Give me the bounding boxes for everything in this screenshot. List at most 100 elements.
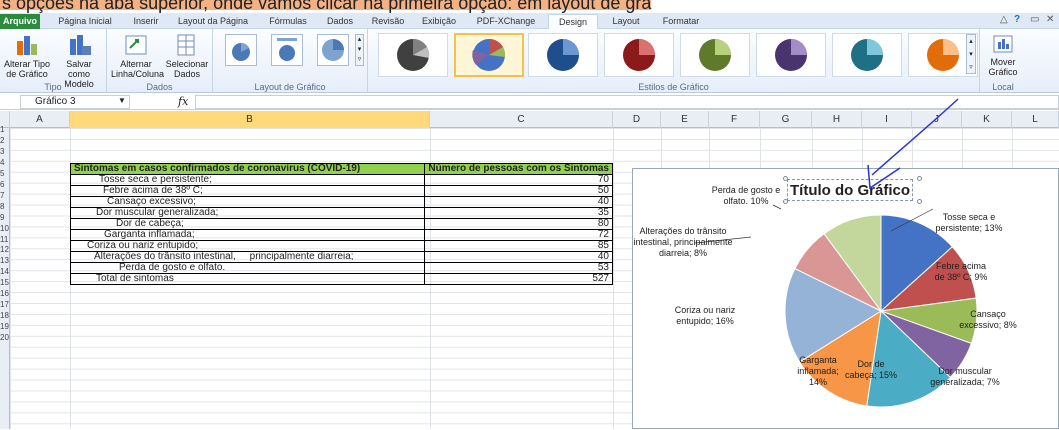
table-row: Garganta inflamada; 72 xyxy=(69,229,613,241)
chart-style-2[interactable] xyxy=(454,33,524,77)
row-header[interactable]: 15 xyxy=(0,277,10,288)
layout-option-2[interactable] xyxy=(271,34,303,66)
chart-style-5[interactable] xyxy=(680,33,750,77)
tab-pagina-inicial[interactable]: Página Inicial xyxy=(52,14,118,29)
row-header[interactable]: 16 xyxy=(0,288,10,299)
pie-plot xyxy=(694,204,978,408)
chart-style-4[interactable] xyxy=(604,33,674,77)
label-coriza[interactable]: Coriza ou nariz entupido; 16% xyxy=(665,305,745,327)
column-header-e[interactable]: E xyxy=(661,111,709,128)
row-header[interactable]: 9 xyxy=(0,212,10,223)
close-icon[interactable]: ✕ xyxy=(1046,14,1054,25)
table-row: Dor muscular generalizada; 35 xyxy=(69,207,613,219)
tab-formatar[interactable]: Formatar xyxy=(654,14,708,29)
header-numero[interactable]: Número de pessoas com os Sintomas xyxy=(424,163,613,175)
tab-layout-da-pagina[interactable]: Layout da Página xyxy=(172,14,254,29)
tab-inserir[interactable]: Inserir xyxy=(126,14,166,29)
pie-layout-icon xyxy=(322,39,344,61)
pie-chart[interactable]: Título do Gráfico Tosse seca e persisten… xyxy=(632,168,1059,429)
row-header[interactable]: 13 xyxy=(0,255,10,266)
column-header-h[interactable]: H xyxy=(812,111,862,128)
tab-formulas[interactable]: Fórmulas xyxy=(262,14,314,29)
column-header-g[interactable]: G xyxy=(760,111,812,128)
row-header[interactable]: 11 xyxy=(0,234,10,245)
formula-input[interactable] xyxy=(195,95,1059,109)
row-header[interactable]: 12 xyxy=(0,244,10,255)
row-header[interactable]: 1 xyxy=(0,124,10,135)
tab-dados[interactable]: Dados xyxy=(320,14,360,29)
table-row: Cansaço excessivo; 40 xyxy=(69,196,613,208)
label-alteracoes[interactable]: Alterações do trânsito intestinal, princ… xyxy=(633,226,733,259)
row-header[interactable]: 4 xyxy=(0,157,10,168)
pie-layout-icon xyxy=(232,43,250,61)
row-header[interactable]: 10 xyxy=(0,223,10,234)
table-row: Perda de gosto e olfato. 53 xyxy=(69,262,613,274)
label-dor-cabeca[interactable]: Dor de cabeça; 15% xyxy=(843,359,899,381)
column-header-i[interactable]: I xyxy=(862,111,912,128)
salvar-como-modelo-button[interactable]: Salvar como Modelo xyxy=(54,33,104,89)
selecionar-dados-button[interactable]: Selecionar Dados xyxy=(163,33,211,79)
layout-scroll[interactable]: ▴ ▾ ▿ xyxy=(355,34,364,66)
column-header-l[interactable]: L xyxy=(1012,111,1059,128)
chart-style-6[interactable] xyxy=(756,33,826,77)
alterar-tipo-grafico-button[interactable]: Alterar Tipo de Gráfico xyxy=(2,33,52,79)
column-header-f[interactable]: F xyxy=(709,111,760,128)
table-row: Febre acima de 38º C; 50 xyxy=(69,185,613,197)
row-header[interactable]: 7 xyxy=(0,190,10,201)
row-header[interactable]: 18 xyxy=(0,310,10,321)
row-header[interactable]: 2 xyxy=(0,135,10,146)
pie-style-icon xyxy=(851,39,883,71)
chart-style-7[interactable] xyxy=(832,33,902,77)
chart-style-3[interactable] xyxy=(528,33,598,77)
minimize-ribbon-icon[interactable]: △ xyxy=(1000,14,1008,25)
label-febre[interactable]: Febre acima de 38º C; 9% xyxy=(931,261,991,283)
styles-scroll[interactable]: ▴ ▾ ▿ xyxy=(966,34,976,74)
fx-icon[interactable]: fx xyxy=(178,95,188,108)
name-box[interactable]: Gráfico 3 xyxy=(20,95,130,109)
mover-grafico-button[interactable]: Mover Gráfico xyxy=(982,33,1024,77)
switch-row-column-icon xyxy=(125,35,147,55)
row-header[interactable]: 17 xyxy=(0,299,10,310)
tab-layout[interactable]: Layout xyxy=(604,14,648,29)
namebox-dropdown-icon[interactable]: ▼ xyxy=(118,96,126,105)
header-sintomas[interactable]: Sintomas em casos confirmados de coronav… xyxy=(69,163,426,175)
label-tosse[interactable]: Tosse seca e persistente; 13% xyxy=(929,212,1009,234)
chart-style-1[interactable] xyxy=(378,33,448,77)
group-layout-de-grafico: ▴ ▾ ▿ Layout de Gráfico xyxy=(213,29,368,93)
tab-arquivo[interactable]: Arquivo xyxy=(0,14,40,29)
row-header[interactable]: 5 xyxy=(0,168,10,179)
label-perda[interactable]: Perda de gosto e olfato. 10% xyxy=(705,185,787,207)
layout-option-3[interactable] xyxy=(317,34,349,66)
restore-icon[interactable]: ▭ xyxy=(1030,14,1039,25)
ribbon-tabs: Arquivo Página Inicial Inserir Layout da… xyxy=(0,13,1059,29)
alternar-linha-coluna-button[interactable]: Alternar Linha/Coluna xyxy=(111,33,164,79)
row-header[interactable]: 3 xyxy=(0,146,10,157)
pie-style-icon xyxy=(775,39,807,71)
row-header[interactable]: 6 xyxy=(0,179,10,190)
table-row: Alterações do trânsito intestinal, princ… xyxy=(69,251,613,263)
row-header[interactable]: 19 xyxy=(0,321,10,332)
tab-design[interactable]: Design xyxy=(548,14,598,29)
help-icon[interactable]: ? xyxy=(1014,14,1020,25)
group-dados: Alternar Linha/Coluna Selecionar Dados D… xyxy=(107,29,213,93)
row-header[interactable]: 14 xyxy=(0,266,10,277)
label-dor-muscular[interactable]: Dor muscular generalizada; 7% xyxy=(925,366,1005,388)
tab-revisao[interactable]: Revisão xyxy=(366,14,410,29)
column-header-c[interactable]: C xyxy=(430,111,613,128)
row-header[interactable]: 20 xyxy=(0,332,10,343)
select-data-icon xyxy=(177,34,195,56)
label-garganta[interactable]: Garganta inflamada; 14% xyxy=(787,355,849,388)
layout-option-1[interactable] xyxy=(225,34,257,66)
column-header-a[interactable]: A xyxy=(10,111,70,128)
tab-exibicao[interactable]: Exibição xyxy=(416,14,462,29)
column-header-d[interactable]: D xyxy=(613,111,661,128)
column-header-b[interactable]: B xyxy=(70,111,430,128)
tab-pdf-xchange[interactable]: PDF-XChange xyxy=(468,14,544,29)
save-template-icon xyxy=(70,35,91,55)
pie-style-icon xyxy=(472,38,506,71)
label-cansaco[interactable]: Cansaço excessivo; 8% xyxy=(953,309,1023,331)
group-local: Mover Gráfico Local xyxy=(980,29,1026,93)
column-header-j[interactable]: J xyxy=(912,111,962,128)
column-header-k[interactable]: K xyxy=(962,111,1012,128)
row-header[interactable]: 8 xyxy=(0,201,10,212)
